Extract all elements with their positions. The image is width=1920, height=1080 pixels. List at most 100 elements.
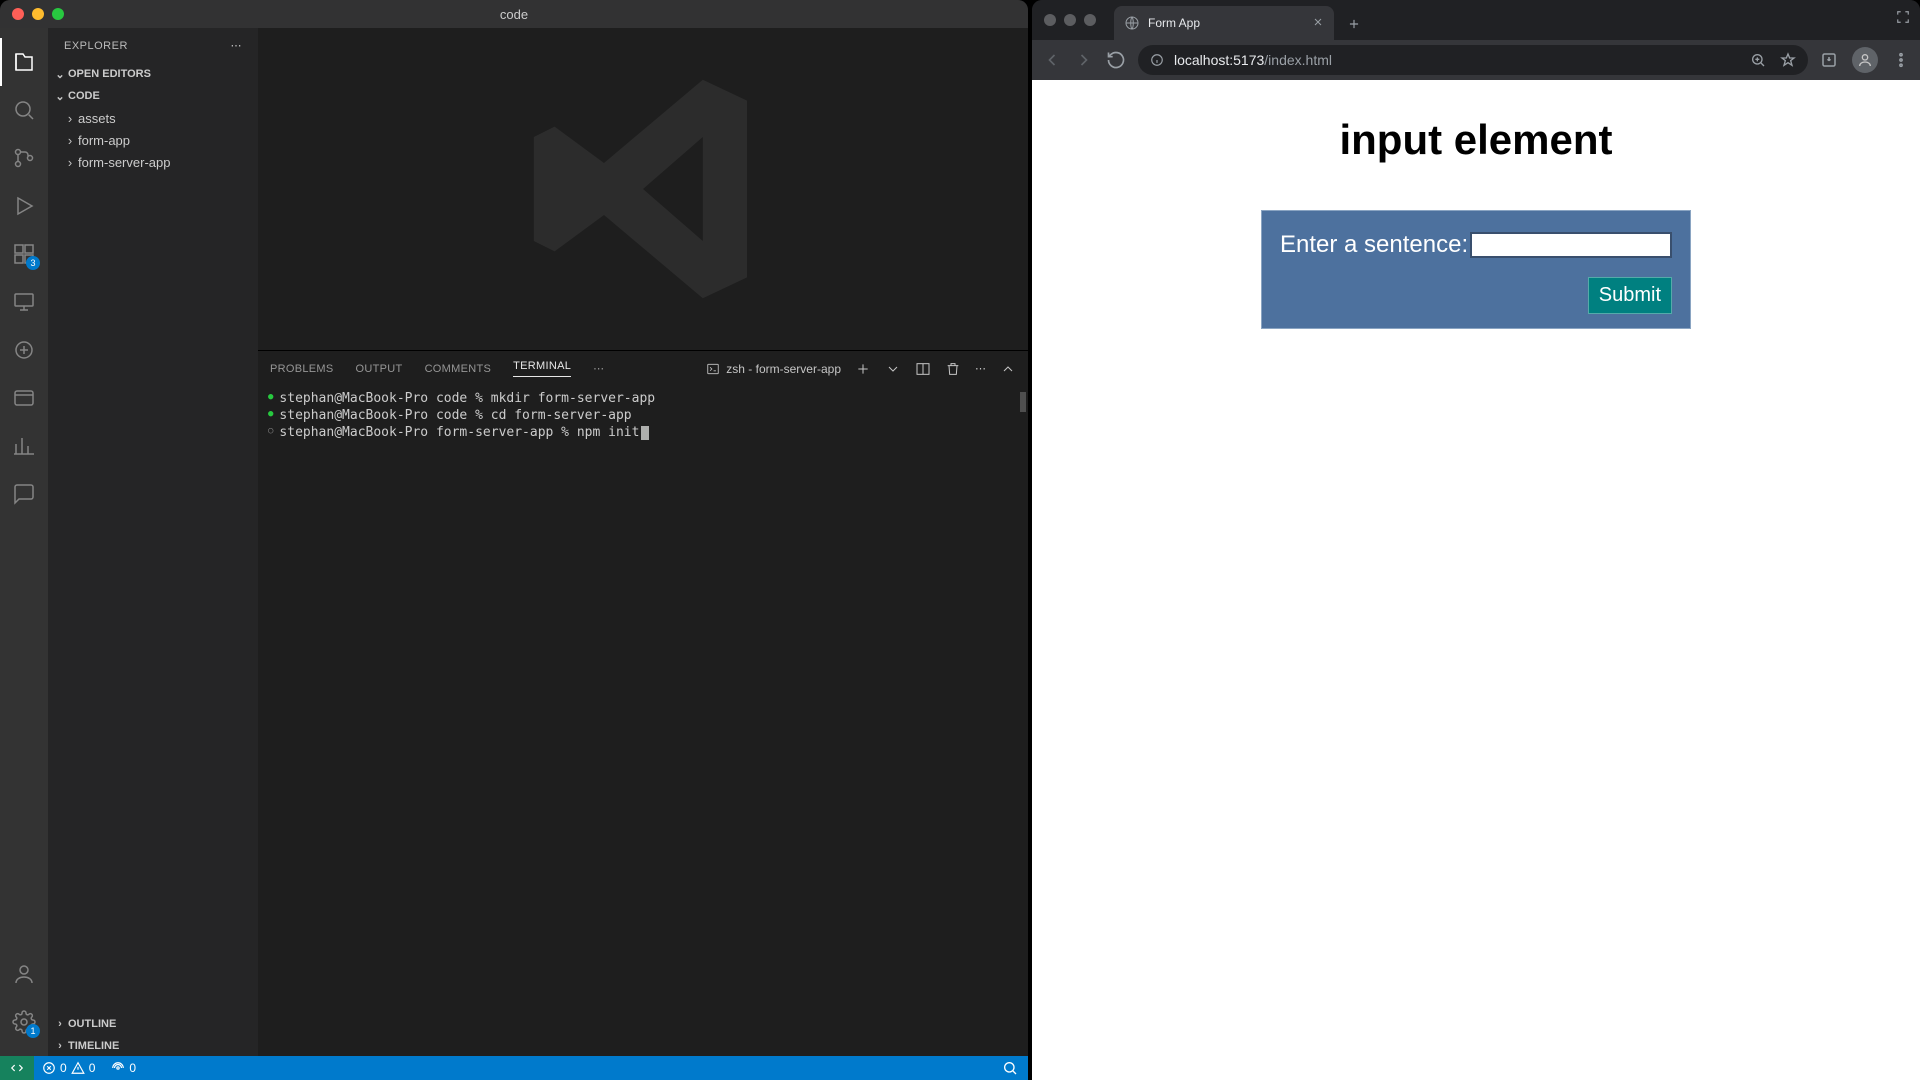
- root-folder-section[interactable]: ⌄ CODE: [48, 85, 258, 107]
- new-terminal-icon[interactable]: [855, 361, 871, 377]
- search-icon[interactable]: [0, 86, 48, 134]
- form-actions: Submit: [1280, 277, 1672, 314]
- minimize-window-button[interactable]: [32, 8, 44, 20]
- sidebar-footer: › OUTLINE › TIMELINE: [48, 1012, 258, 1056]
- explorer-header: EXPLORER ⋯: [48, 28, 258, 63]
- maximize-window-button[interactable]: [1084, 14, 1096, 26]
- terminal-view[interactable]: ● stephan@MacBook-Pro code % mkdir form-…: [258, 386, 1028, 1056]
- submit-button[interactable]: Submit: [1588, 277, 1672, 314]
- person-icon: [1857, 52, 1873, 68]
- error-count: 0: [60, 1061, 67, 1075]
- run-debug-icon[interactable]: [0, 182, 48, 230]
- folder-form-server-app[interactable]: › form-server-app: [48, 151, 258, 173]
- menu-dots-icon[interactable]: [1892, 51, 1910, 69]
- extensions-icon[interactable]: 3: [0, 230, 48, 278]
- reload-icon[interactable]: [1106, 50, 1126, 70]
- open-editors-section[interactable]: ⌄ OPEN EDITORS: [48, 63, 258, 85]
- test-icon[interactable]: [0, 326, 48, 374]
- chevron-right-icon: ›: [62, 133, 78, 148]
- terminal-line: ● stephan@MacBook-Pro code % mkdir form-…: [268, 390, 1018, 407]
- remote-indicator[interactable]: [0, 1056, 34, 1080]
- timeline-section[interactable]: › TIMELINE: [48, 1034, 258, 1056]
- outline-section[interactable]: › OUTLINE: [48, 1012, 258, 1034]
- panel-actions: zsh - form-server-app ⋯: [706, 361, 1016, 377]
- site-info-icon[interactable]: [1150, 53, 1164, 67]
- status-problems[interactable]: 0 0: [34, 1056, 103, 1080]
- terminal-process-label[interactable]: zsh - form-server-app: [706, 362, 841, 376]
- codespace-icon[interactable]: [0, 374, 48, 422]
- chevron-down-icon: ⌄: [52, 90, 68, 103]
- forward-icon[interactable]: [1074, 50, 1094, 70]
- status-dot-icon: ●: [268, 406, 273, 423]
- window-title: code: [500, 7, 528, 22]
- browser-tab[interactable]: Form App: [1114, 6, 1334, 40]
- bookmark-star-icon[interactable]: [1780, 52, 1796, 68]
- statusbar-right: [1002, 1060, 1028, 1076]
- browser-window: Form App localhost:5173/index.html: [1032, 0, 1920, 1080]
- globe-icon: [1124, 15, 1140, 31]
- explorer-title: EXPLORER: [64, 40, 128, 52]
- form-container: Enter a sentence: Submit: [1261, 210, 1691, 329]
- close-window-button[interactable]: [1044, 14, 1056, 26]
- root-folder-label: CODE: [68, 90, 100, 102]
- explorer-icon[interactable]: [0, 38, 48, 86]
- statusbar-left: 0 0 0: [0, 1056, 144, 1080]
- address-bar[interactable]: localhost:5173/index.html: [1138, 45, 1808, 75]
- open-editors-label: OPEN EDITORS: [68, 68, 151, 80]
- folder-form-app[interactable]: › form-app: [48, 129, 258, 151]
- tab-comments[interactable]: COMMENTS: [425, 363, 492, 375]
- close-window-button[interactable]: [12, 8, 24, 20]
- url-host: localhost:5173: [1174, 52, 1264, 68]
- back-icon[interactable]: [1042, 50, 1062, 70]
- page-heading: input element: [1339, 116, 1612, 164]
- status-dot-icon: ●: [268, 389, 273, 406]
- account-icon[interactable]: [0, 950, 48, 998]
- terminal-scrollbar[interactable]: [1020, 392, 1026, 412]
- expand-window-icon[interactable]: [1896, 10, 1910, 29]
- remote-explorer-icon[interactable]: [0, 278, 48, 326]
- statusbar: 0 0 0: [0, 1056, 1028, 1080]
- terminal-dropdown-icon[interactable]: [885, 361, 901, 377]
- warning-count: 0: [89, 1061, 96, 1075]
- zoom-icon[interactable]: [1750, 52, 1766, 68]
- tab-output[interactable]: OUTPUT: [356, 363, 403, 375]
- extensions-badge: 3: [26, 256, 40, 270]
- traffic-lights: [0, 8, 64, 20]
- sentence-input[interactable]: [1470, 232, 1672, 258]
- chevron-right-icon: ›: [62, 111, 78, 126]
- vscode-body: 3 1: [0, 28, 1028, 1056]
- outline-label: OUTLINE: [68, 1018, 116, 1030]
- url-text: localhost:5173/index.html: [1174, 52, 1332, 68]
- folder-assets[interactable]: › assets: [48, 107, 258, 129]
- tab-problems[interactable]: PROBLEMS: [270, 363, 334, 375]
- trash-icon[interactable]: [945, 361, 961, 377]
- install-icon[interactable]: [1820, 51, 1838, 69]
- panel-overflow-icon[interactable]: ⋯: [975, 362, 986, 375]
- comment-icon[interactable]: [0, 470, 48, 518]
- warning-icon: [71, 1061, 85, 1075]
- chart-icon[interactable]: [0, 422, 48, 470]
- terminal-line: ○ stephan@MacBook-Pro form-server-app % …: [268, 424, 1018, 441]
- tab-terminal[interactable]: TERMINAL: [513, 360, 571, 377]
- maximize-window-button[interactable]: [52, 8, 64, 20]
- profile-avatar[interactable]: [1852, 47, 1878, 73]
- url-path: /index.html: [1264, 52, 1332, 68]
- browser-toolbar: localhost:5173/index.html: [1032, 40, 1920, 80]
- minimize-window-button[interactable]: [1064, 14, 1076, 26]
- settings-gear-icon[interactable]: 1: [0, 998, 48, 1046]
- folder-label: assets: [78, 111, 116, 126]
- new-tab-button[interactable]: [1340, 10, 1368, 38]
- bottom-panel: PROBLEMS OUTPUT COMMENTS TERMINAL ⋯ zsh …: [258, 350, 1028, 1056]
- panel-more-icon[interactable]: ⋯: [593, 362, 604, 375]
- status-ports[interactable]: 0: [103, 1056, 144, 1080]
- split-terminal-icon[interactable]: [915, 361, 931, 377]
- explorer-more-icon[interactable]: ⋯: [231, 39, 243, 52]
- activity-bottom: 1: [0, 950, 48, 1046]
- terminal-text: stephan@MacBook-Pro form-server-app % np…: [279, 424, 639, 441]
- source-control-icon[interactable]: [0, 134, 48, 182]
- feedback-icon[interactable]: [1002, 1060, 1018, 1076]
- maximize-panel-icon[interactable]: [1000, 361, 1016, 377]
- close-tab-icon[interactable]: [1312, 16, 1324, 31]
- timeline-label: TIMELINE: [68, 1040, 119, 1052]
- form-label: Enter a sentence:: [1280, 231, 1468, 259]
